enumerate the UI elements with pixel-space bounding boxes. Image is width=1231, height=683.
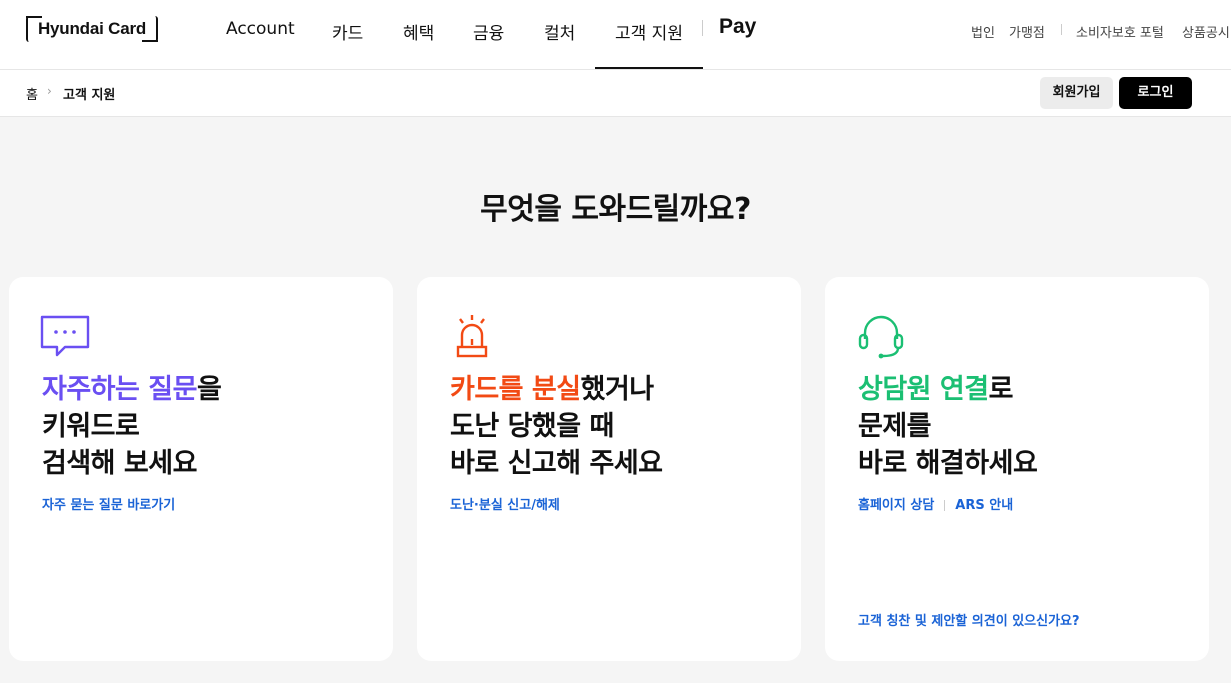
nav-divider — [702, 20, 703, 36]
faq-links: 자주 묻는 질문 바로가기 — [42, 494, 175, 513]
sub-bar: 홈 › 고객 지원 회원가입 로그인 — [0, 70, 1231, 117]
nav-item-finance[interactable]: 금융 — [473, 19, 504, 44]
global-header: Hyundai Card Account 카드 혜택 금융 컬처 고객 지원 P… — [0, 0, 1231, 70]
util-link-merchant[interactable]: 가맹점 — [1009, 22, 1045, 41]
lost-card-title: 카드를 분실했거나 도난 당했을 때 바로 신고해 주세요 — [450, 371, 663, 482]
breadcrumb-current: 고객 지원 — [63, 88, 116, 103]
apple-pay-link[interactable]: Pay — [718, 15, 756, 39]
link-divider — [944, 500, 946, 511]
util-link-product-disclosure[interactable]: 상품공시 — [1182, 22, 1230, 41]
counselor-links: 홈페이지 상담 ARS 안내 — [858, 494, 1013, 513]
ars-guide-link[interactable]: ARS 안내 — [955, 498, 1013, 513]
siren-icon — [456, 315, 488, 358]
lost-card-card[interactable]: 카드를 분실했거나 도난 당했을 때 바로 신고해 주세요 도난·분실 신고/해… — [417, 277, 801, 661]
counselor-title-rest: 로 — [988, 374, 1014, 405]
chat-bubble-icon — [40, 315, 90, 357]
headset-icon — [858, 315, 904, 359]
counselor-title-line2: 문제를 — [858, 411, 932, 442]
faq-card[interactable]: 자주하는 질문을 키워드로 검색해 보세요 자주 묻는 질문 바로가기 — [9, 277, 393, 661]
faq-title-line3: 검색해 보세요 — [42, 448, 197, 479]
nav-item-card[interactable]: 카드 — [332, 19, 363, 44]
hyundai-card-logo[interactable]: Hyundai Card — [26, 16, 158, 42]
lost-report-link[interactable]: 도난·분실 신고/해제 — [450, 498, 560, 513]
faq-title-rest: 을 — [196, 374, 222, 405]
util-divider — [1061, 24, 1062, 35]
page-headline: 무엇을 도와드릴까요? — [480, 192, 751, 227]
nav-item-benefits[interactable]: 혜택 — [403, 19, 434, 44]
faq-shortcut-link[interactable]: 자주 묻는 질문 바로가기 — [42, 498, 175, 513]
nav-item-customer-support[interactable]: 고객 지원 — [595, 19, 703, 69]
util-link-consumer-portal[interactable]: 소비자보호 포털 — [1076, 22, 1164, 41]
lost-links: 도난·분실 신고/해제 — [450, 494, 560, 513]
nav-item-culture[interactable]: 컬처 — [544, 19, 575, 44]
lost-title-line3: 바로 신고해 주세요 — [450, 448, 663, 479]
util-link-corporate[interactable]: 법인 — [971, 22, 995, 41]
lost-title-highlight: 카드를 분실 — [450, 374, 581, 405]
lost-title-line2: 도난 당했을 때 — [450, 411, 614, 442]
counselor-card-title: 상담원 연결로 문제를 바로 해결하세요 — [858, 371, 1038, 482]
counselor-title-line3: 바로 해결하세요 — [858, 448, 1038, 479]
lost-title-rest: 했거나 — [580, 374, 655, 405]
nav-item-account[interactable]: Account — [226, 19, 295, 39]
faq-title-line2: 키워드로 — [42, 411, 140, 442]
faq-card-title: 자주하는 질문을 키워드로 검색해 보세요 — [42, 371, 222, 482]
counselor-title-highlight: 상담원 연결 — [858, 374, 989, 405]
apple-pay-label: Pay — [719, 15, 757, 38]
feedback-link[interactable]: 고객 칭찬 및 제안할 의견이 있으신가요? — [858, 610, 1080, 629]
breadcrumb-home[interactable]: 홈 — [26, 84, 38, 103]
logo-text: Hyundai Card — [37, 19, 147, 38]
counselor-card[interactable]: 상담원 연결로 문제를 바로 해결하세요 홈페이지 상담 ARS 안내 고객 칭찬… — [825, 277, 1209, 661]
homepage-consult-link[interactable]: 홈페이지 상담 — [858, 498, 934, 513]
breadcrumb-chevron-icon: › — [47, 84, 52, 98]
faq-title-highlight: 자주하는 질문 — [42, 374, 197, 405]
join-button[interactable]: 회원가입 — [1040, 77, 1113, 109]
login-button[interactable]: 로그인 — [1119, 77, 1192, 109]
